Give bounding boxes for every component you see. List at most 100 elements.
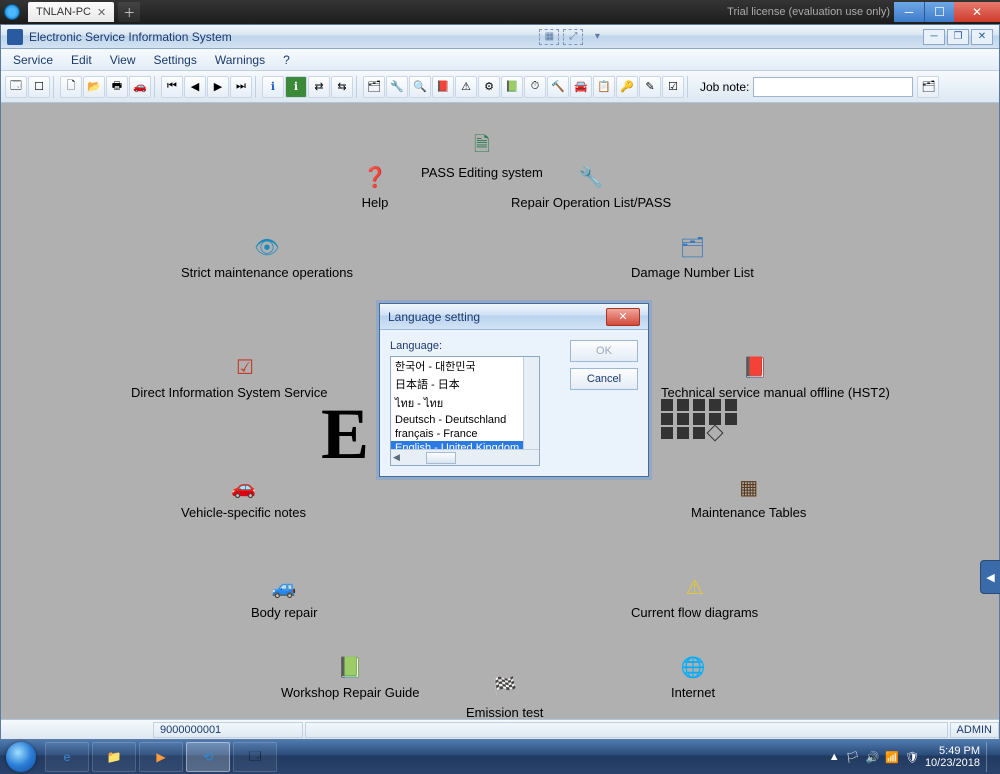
toolbar-open[interactable]: 📂 — [83, 76, 105, 98]
session-tab[interactable]: TNLAN-PC ✕ — [28, 2, 114, 22]
menu-warnings[interactable]: Warnings — [207, 51, 273, 69]
dialog-title-text: Language setting — [388, 310, 480, 324]
taskbar-app[interactable]: 🗔 — [233, 742, 277, 772]
item-help[interactable]: ❓ Help — [361, 163, 389, 210]
ok-button[interactable]: OK — [570, 340, 638, 362]
close-button[interactable]: ✕ — [954, 2, 1000, 22]
book-icon: 📕 — [741, 353, 769, 381]
jobnote-input[interactable] — [753, 77, 913, 97]
toolbar-l[interactable]: 🔑 — [616, 76, 638, 98]
cancel-button[interactable]: Cancel — [570, 368, 638, 390]
tray-flag-icon[interactable]: ▲ — [829, 751, 840, 763]
toolbar-info[interactable]: ℹ — [285, 76, 307, 98]
toolbar-swap[interactable]: ⇆ — [331, 76, 353, 98]
toolbar-new[interactable]: 🗋 — [60, 76, 82, 98]
toolbar-h[interactable]: ⏱ — [524, 76, 546, 98]
window-controls: ─ ☐ ✕ — [894, 2, 1000, 22]
item-maintenance-tables[interactable]: ▦ Maintenance Tables — [691, 473, 806, 520]
tray-network-icon[interactable]: 📶 — [885, 751, 899, 764]
language-dialog: Language setting ✕ Language: 한국어 - 대한민국 … — [379, 303, 649, 477]
menu-settings[interactable]: Settings — [146, 51, 205, 69]
list-item[interactable]: Deutsch - Deutschland — [391, 413, 539, 427]
toolbar-btn-1[interactable]: 🗔 — [5, 76, 27, 98]
teamviewer-icon — [4, 4, 20, 20]
minimize-button[interactable]: ─ — [894, 2, 924, 22]
item-tech-manual[interactable]: 📕 Technical service manual offline (HST2… — [661, 353, 890, 400]
show-desktop-button[interactable] — [986, 742, 994, 772]
new-tab-button[interactable]: ＋ — [118, 2, 140, 22]
jobnote-button[interactable]: 🗂 — [917, 76, 939, 98]
toolbar-a[interactable]: 🗂 — [363, 76, 385, 98]
toolbar-up[interactable]: ℹ — [262, 76, 284, 98]
toolbar-c[interactable]: 🔍 — [409, 76, 431, 98]
toolbar-prev[interactable]: ◀ — [184, 76, 206, 98]
list-item[interactable]: 日本語 - 日本 — [391, 375, 539, 393]
menu-view[interactable]: View — [102, 51, 144, 69]
tray-clock[interactable]: 5:49 PM 10/23/2018 — [925, 745, 980, 769]
toolbar: 🗔 ☐ 🗋 📂 🖶 🚗 ⏮ ◀ ▶ ⏭ ℹ ℹ ⇄ ⇆ 🗂 🔧 🔍 📕 ⚠ ⚙ … — [1, 71, 999, 103]
item-body-repair[interactable]: 🚙 Body repair — [251, 573, 317, 620]
toolbar-btn-2[interactable]: ☐ — [28, 76, 50, 98]
menu-edit[interactable]: Edit — [63, 51, 100, 69]
windows-orb-icon — [6, 742, 36, 772]
toolbar-last[interactable]: ⏭ — [230, 76, 252, 98]
ie-icon: e — [64, 750, 71, 764]
dialog-close-button[interactable]: ✕ — [606, 308, 640, 326]
toolbar-m[interactable]: ✎ — [639, 76, 661, 98]
pane-grid-icon[interactable]: ▦ — [539, 29, 559, 45]
taskbar-explorer[interactable]: 📁 — [92, 742, 136, 772]
toolbar-next[interactable]: ▶ — [207, 76, 229, 98]
app-minimize-button[interactable]: ─ — [923, 29, 945, 45]
list-item[interactable]: français - France — [391, 427, 539, 441]
item-internet[interactable]: 🌐 Internet — [671, 653, 715, 700]
toolbar-i[interactable]: 🔨 — [547, 76, 569, 98]
dialog-titlebar[interactable]: Language setting ✕ — [380, 304, 648, 330]
toolbar-vehicle[interactable]: 🚗 — [129, 76, 151, 98]
taskbar-media[interactable]: ▶ — [139, 742, 183, 772]
status-empty — [305, 722, 948, 738]
taskbar-teamviewer[interactable]: ⟲ — [186, 742, 230, 772]
scrollbar-thumb[interactable] — [426, 452, 456, 464]
app-window-controls: ─ ❐ ✕ — [923, 29, 993, 45]
scrollbar-vertical[interactable] — [523, 357, 539, 449]
tray-action-icon[interactable]: 🏳 — [846, 751, 860, 764]
item-damage-number[interactable]: 🗂 Damage Number List — [631, 233, 754, 280]
toolbar-f[interactable]: ⚙ — [478, 76, 500, 98]
toolbar-n[interactable]: ☑ — [662, 76, 684, 98]
toolbar-e[interactable]: ⚠ — [455, 76, 477, 98]
item-strict-maintenance[interactable]: 👁 Strict maintenance operations — [181, 233, 353, 280]
item-repair-op[interactable]: 🔧 Repair Operation List/PASS — [511, 163, 671, 210]
start-button[interactable] — [0, 740, 42, 774]
toolbar-connect[interactable]: ⇄ — [308, 76, 330, 98]
menu-service[interactable]: Service — [5, 51, 61, 69]
language-listbox[interactable]: 한국어 - 대한민국 日本語 - 日本 ไทย - ไทย Deutsch - … — [390, 356, 540, 466]
toolbar-first[interactable]: ⏮ — [161, 76, 183, 98]
list-item[interactable]: 한국어 - 대한민국 — [391, 357, 539, 375]
toolbar-g[interactable]: 📗 — [501, 76, 523, 98]
pane-dropdown-icon[interactable]: ▾ — [587, 29, 607, 45]
item-vehicle-notes[interactable]: 🚗 Vehicle-specific notes — [181, 473, 306, 520]
toolbar-d[interactable]: 📕 — [432, 76, 454, 98]
list-item[interactable]: ไทย - ไทย — [391, 393, 539, 413]
maximize-button[interactable]: ☐ — [924, 2, 954, 22]
scrollbar-horizontal[interactable]: ◀ — [391, 449, 539, 465]
status-id: 9000000001 — [153, 722, 303, 738]
item-current-flow[interactable]: ⚠ Current flow diagrams — [631, 573, 758, 620]
toolbar-k[interactable]: 📋 — [593, 76, 615, 98]
taskbar-ie[interactable]: e — [45, 742, 89, 772]
tray-shield-icon[interactable]: 🛡 — [905, 751, 919, 764]
toolbar-b[interactable]: 🔧 — [386, 76, 408, 98]
item-workshop[interactable]: 📗 Workshop Repair Guide — [281, 653, 420, 700]
teamviewer-panel-toggle[interactable]: ◀ — [980, 560, 1000, 594]
tray-volume-icon[interactable]: 🔊 — [866, 751, 880, 764]
item-direct-info[interactable]: ☑ Direct Information System Service — [131, 353, 328, 400]
toolbar-print[interactable]: 🖶 — [106, 76, 128, 98]
status-user: ADMIN — [950, 722, 999, 738]
pane-expand-icon[interactable]: ⤢ — [563, 29, 583, 45]
toolbar-j[interactable]: 🚘 — [570, 76, 592, 98]
app-restore-button[interactable]: ❐ — [947, 29, 969, 45]
close-tab-icon[interactable]: ✕ — [97, 6, 106, 19]
item-emission[interactable]: 🏁 Emission test — [466, 673, 543, 720]
app-close-button[interactable]: ✕ — [971, 29, 993, 45]
menu-help[interactable]: ? — [275, 51, 298, 69]
